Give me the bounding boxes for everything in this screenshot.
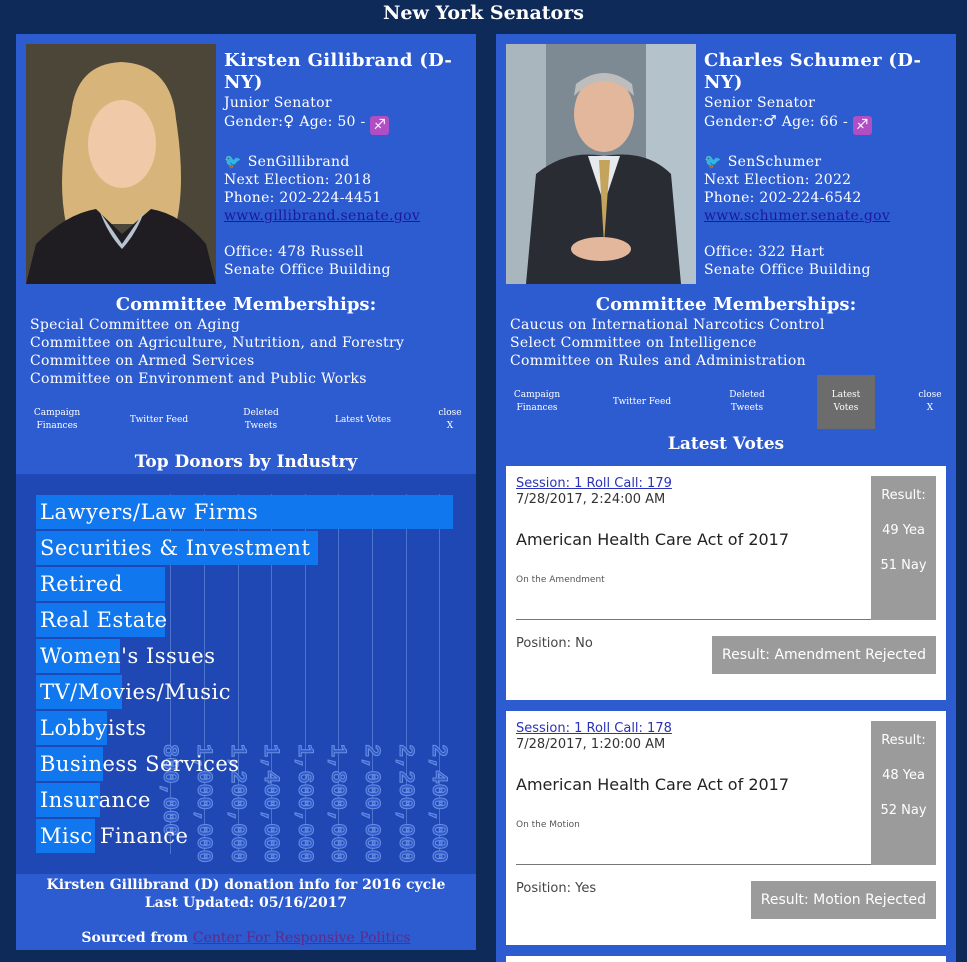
chart-tick-label: 1,800,000 bbox=[325, 744, 351, 864]
chart-bar-label: Business Services bbox=[40, 752, 240, 776]
tab-latest-votes[interactable]: Latest Votes bbox=[817, 375, 875, 429]
yea-count: 49 Yea bbox=[882, 523, 925, 538]
chart-bar-label: Securities & Investment bbox=[40, 536, 311, 560]
chart-bar-label: Lawyers/Law Firms bbox=[40, 500, 259, 524]
tab-campaign-finances[interactable]: Campaign Finances bbox=[502, 375, 572, 429]
senator-info: Kirsten Gillibrand (D-NY) Junior Senator… bbox=[224, 50, 476, 279]
next-election: Next Election: 2022 bbox=[704, 172, 852, 188]
tab-latest-votes[interactable]: Latest Votes bbox=[328, 393, 398, 447]
committee-item: Committee on Armed Services bbox=[30, 353, 255, 369]
committee-list: Special Committee on Aging Committee on … bbox=[30, 316, 404, 388]
committee-list: Caucus on International Narcotics Contro… bbox=[510, 316, 825, 370]
chart-bar-label: Real Estate bbox=[40, 608, 168, 632]
senator-photo bbox=[26, 44, 216, 284]
website-link[interactable]: www.gillibrand.senate.gov bbox=[224, 208, 420, 224]
chart-tick-label: 2,400,000 bbox=[426, 744, 452, 864]
chart-tick-label: 1,400,000 bbox=[258, 744, 284, 864]
gender-icon: ♂ bbox=[763, 112, 777, 130]
tab-bar: Campaign Finances Twitter Feed Deleted T… bbox=[496, 375, 956, 429]
vote-question: On the Amendment bbox=[516, 575, 605, 585]
vote-result-badge: Result: Amendment Rejected bbox=[712, 636, 936, 674]
twitter-icon: 🐦 bbox=[224, 154, 242, 170]
senator-card-schumer: Charles Schumer (D-NY) Senior Senator Ge… bbox=[496, 34, 956, 962]
tab-bar: Campaign Finances Twitter Feed Deleted T… bbox=[16, 393, 476, 447]
vote-bill: American Health Care Act of 2017 bbox=[516, 530, 790, 549]
committee-item: Committee on Agriculture, Nutrition, and… bbox=[30, 335, 405, 351]
vote-question: On the Motion bbox=[516, 820, 580, 830]
twitter-row: 🐦 SenGillibrand bbox=[224, 154, 350, 170]
tab-campaign-finances[interactable]: Campaign Finances bbox=[22, 393, 92, 447]
vote-card: Session: 1 Roll Call: 179 7/28/2017, 2:2… bbox=[506, 466, 946, 700]
phone: Phone: 202-224-6542 bbox=[704, 190, 862, 206]
chart-bar-label: Insurance bbox=[40, 788, 151, 812]
tab-twitter-feed[interactable]: Twitter Feed bbox=[607, 375, 677, 429]
committee-title: Committee Memberships: bbox=[595, 294, 857, 315]
chart-bar-label: Misc Finance bbox=[40, 824, 189, 848]
nay-count: 52 Nay bbox=[880, 803, 927, 818]
yea-count: 48 Yea bbox=[882, 768, 925, 783]
vote-card: Session: 1 Roll Call: 178 7/28/2017, 1:2… bbox=[506, 711, 946, 945]
vote-date: 7/28/2017, 2:24:00 AM bbox=[516, 492, 666, 507]
zodiac-icon: ♐ bbox=[852, 116, 872, 135]
office-line-2: Senate Office Building bbox=[224, 262, 391, 278]
tab-close[interactable]: close X bbox=[430, 393, 470, 447]
twitter-row: 🐦 SenSchumer bbox=[704, 154, 822, 170]
committee-item: Committee on Environment and Public Work… bbox=[30, 371, 367, 387]
vote-result-badge: Result: Motion Rejected bbox=[750, 881, 936, 919]
vote-position: Position: No bbox=[516, 636, 593, 651]
senator-name: Kirsten Gillibrand (D-NY) bbox=[224, 50, 453, 93]
vote-date: 7/28/2017, 1:20:00 AM bbox=[516, 737, 666, 752]
committee-item: Caucus on International Narcotics Contro… bbox=[510, 317, 825, 333]
tab-twitter-feed[interactable]: Twitter Feed bbox=[124, 393, 194, 447]
vote-card bbox=[506, 956, 946, 962]
senator-rank: Senior Senator bbox=[704, 95, 816, 111]
senator-name: Charles Schumer (D-NY) bbox=[704, 50, 922, 93]
donors-chart: 800,000 1,000,000 1,200,000 1,400,000 1,600,… bbox=[16, 474, 476, 874]
zodiac-icon: ♐ bbox=[370, 116, 390, 135]
page-title: New York Senators bbox=[383, 2, 584, 24]
vote-session-link[interactable]: Session: 1 Roll Call: 178 bbox=[516, 721, 871, 737]
committee-title: Committee Memberships: bbox=[115, 294, 377, 315]
twitter-icon: 🐦 bbox=[704, 154, 722, 170]
committee-item: Select Committee on Intelligence bbox=[510, 335, 757, 351]
office-line-1: Office: 322 Hart bbox=[704, 244, 825, 260]
tab-close[interactable]: close X bbox=[910, 375, 950, 429]
senator-info: Charles Schumer (D-NY) Senior Senator Ge… bbox=[704, 50, 956, 279]
donation-info: Kirsten Gillibrand (D) donation info for… bbox=[46, 877, 446, 911]
tab-deleted-tweets[interactable]: Deleted Tweets bbox=[712, 375, 782, 429]
chart-bar-label: Retired bbox=[40, 572, 123, 596]
vote-tally: Result: 48 Yea 52 Nay bbox=[871, 721, 936, 865]
office-line-2: Senate Office Building bbox=[704, 262, 871, 278]
phone: Phone: 202-224-4451 bbox=[224, 190, 382, 206]
chart-tick-label: 1,600,000 bbox=[291, 744, 317, 864]
chart-tick-label: 2,000,000 bbox=[359, 744, 385, 864]
source-link[interactable]: Center For Responsive Politics bbox=[193, 930, 411, 946]
donors-chart-area: 800,000 1,000,000 1,200,000 1,400,000 1,600,… bbox=[36, 494, 456, 863]
next-election: Next Election: 2018 bbox=[224, 172, 372, 188]
chart-tick-label: 2,200,000 bbox=[392, 744, 418, 864]
vote-position: Position: Yes bbox=[516, 881, 597, 896]
senator-demographics: Gender:♂ Age: 66 - ♐ bbox=[704, 112, 956, 135]
chart-bar-label: Women's Issues bbox=[40, 644, 216, 668]
senator-card-gillibrand: Kirsten Gillibrand (D-NY) Junior Senator… bbox=[16, 34, 476, 950]
vote-bill: American Health Care Act of 2017 bbox=[516, 775, 790, 794]
tab-deleted-tweets[interactable]: Deleted Tweets bbox=[226, 393, 296, 447]
senator-rank: Junior Senator bbox=[224, 95, 332, 111]
committee-item: Special Committee on Aging bbox=[30, 317, 241, 333]
senator-demographics: Gender:♀ Age: 50 - ♐ bbox=[224, 112, 476, 135]
vote-session-link[interactable]: Session: 1 Roll Call: 179 bbox=[516, 476, 871, 492]
website-link[interactable]: www.schumer.senate.gov bbox=[704, 208, 890, 224]
senator-photo bbox=[506, 44, 696, 284]
chart-bar-label: TV/Movies/Music bbox=[40, 680, 232, 704]
committee-item: Committee on Rules and Administration bbox=[510, 353, 806, 369]
office-line-1: Office: 478 Russell bbox=[224, 244, 364, 260]
chart-bar-label: Lobbyists bbox=[40, 716, 147, 740]
latest-votes-title: Latest Votes bbox=[667, 434, 785, 454]
nay-count: 51 Nay bbox=[880, 558, 927, 573]
vote-tally: Result: 49 Yea 51 Nay bbox=[871, 476, 936, 620]
gender-icon: ♀ bbox=[283, 112, 295, 130]
sourced-from: Sourced from Center For Responsive Polit… bbox=[81, 930, 411, 946]
donors-title: Top Donors by Industry bbox=[134, 452, 358, 472]
